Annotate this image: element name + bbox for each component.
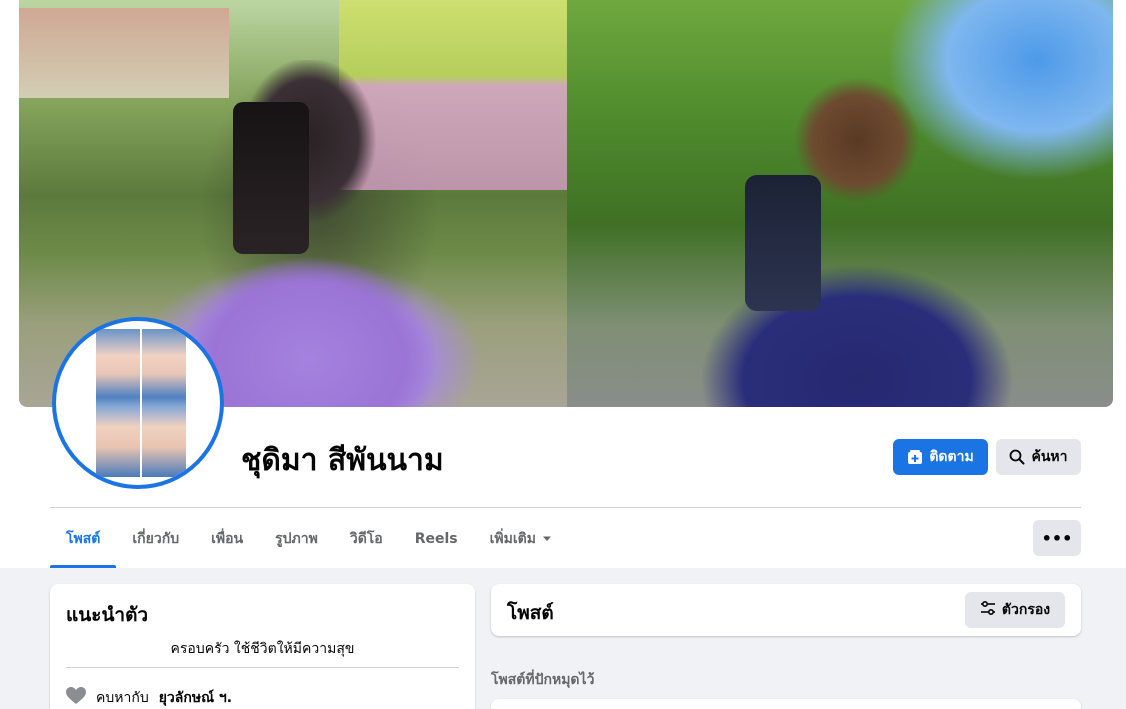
filter-button[interactable]: ตัวกรอง xyxy=(965,592,1065,628)
intro-divider xyxy=(66,667,459,668)
tab-posts[interactable]: โพสต์ xyxy=(50,509,117,568)
posts-header-card: โพสต์ ตัวกรอง xyxy=(491,584,1081,636)
tab-more[interactable]: เพิ่มเติม xyxy=(474,509,568,568)
follow-button-label: ติดตาม xyxy=(929,448,974,464)
filter-sliders-icon xyxy=(980,600,996,619)
intro-title: แนะนำตัว xyxy=(66,604,149,626)
header-divider xyxy=(50,507,1081,508)
profile-tabs: โพสต์ เกี่ยวกับ เพื่อน รูปภาพ วิดีโอ Ree… xyxy=(50,509,568,568)
search-button-label: ค้นหา xyxy=(1031,448,1068,464)
more-options-button[interactable]: ••• xyxy=(1033,520,1081,556)
cover-photo-right-person xyxy=(567,0,1113,407)
follow-plus-icon xyxy=(907,449,923,465)
intro-bio: ครอบครัว ใช้ชีวิตให้มีความสุข xyxy=(170,641,355,657)
search-button[interactable]: ค้นหา xyxy=(996,439,1081,475)
heart-icon xyxy=(66,687,86,709)
filter-button-label: ตัวกรอง xyxy=(1001,602,1051,618)
relationship-prefix: คบหากับ xyxy=(96,690,149,706)
search-icon xyxy=(1009,449,1025,465)
profile-name: ชุดิมา สีพันนาม xyxy=(241,443,444,478)
follow-button[interactable]: ติดตาม xyxy=(893,439,988,475)
relationship-row: คบหากับ ยุวลักษณ์ ฯ. xyxy=(66,687,232,709)
profile-header: ชุดิมา สีพันนาม ติดตาม ค้นหา โพสต์ เกี่ย… xyxy=(0,0,1126,568)
relationship-partner-link[interactable]: ยุวลักษณ์ ฯ. xyxy=(159,687,232,709)
tab-photos[interactable]: รูปภาพ xyxy=(259,509,334,568)
avatar-photo xyxy=(96,329,186,477)
tab-friends[interactable]: เพื่อน xyxy=(195,509,259,568)
pinned-posts-label: โพสต์ที่ปักหมุดไว้ xyxy=(491,672,595,688)
profile-avatar[interactable] xyxy=(52,317,224,489)
intro-card: แนะนำตัว ครอบครัว ใช้ชีวิตให้มีความสุข ค… xyxy=(50,584,475,709)
tab-videos[interactable]: วิดีโอ xyxy=(334,509,399,568)
pinned-post-card[interactable] xyxy=(491,699,1081,709)
posts-title: โพสต์ xyxy=(507,602,554,624)
tab-reels[interactable]: Reels xyxy=(399,509,474,568)
caret-down-icon xyxy=(542,531,552,547)
tab-about[interactable]: เกี่ยวกับ xyxy=(116,509,195,568)
